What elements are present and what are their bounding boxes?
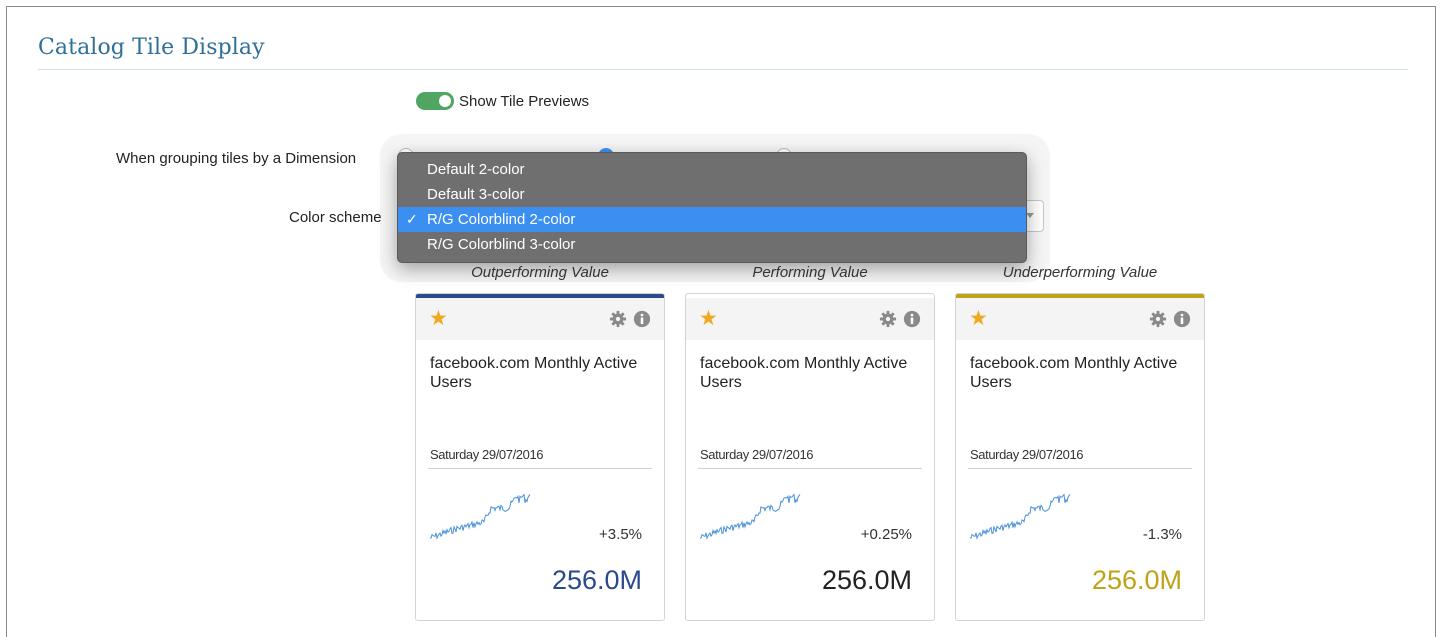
caption-underperforming: Underperforming Value <box>1002 264 1158 281</box>
info-icon[interactable] <box>633 310 651 333</box>
star-icon[interactable]: ★ <box>699 308 718 329</box>
star-icon[interactable]: ★ <box>429 308 448 329</box>
tile-date: Saturday 29/07/2016 <box>430 447 544 462</box>
sparkline <box>430 493 531 540</box>
caption-outperforming: Outperforming Value <box>471 264 609 281</box>
color-scheme-menu[interactable]: Default 2-color Default 3-color ✓ R/G Col… <box>397 152 1027 263</box>
tile-change: +3.5% <box>599 526 642 543</box>
tile-value: 256.0M <box>551 565 642 595</box>
tile-title: facebook.com Monthly Active Users <box>970 355 1178 391</box>
tile-value: 256.0M <box>821 565 912 595</box>
tile-header: ★ <box>686 298 934 340</box>
show-tile-previews-label: Show Tile Previews <box>459 92 590 110</box>
show-tile-previews-toggle[interactable] <box>416 92 454 110</box>
tile-change: -1.3% <box>1142 526 1182 543</box>
grouping-label: When grouping tiles by a Dimension <box>116 150 357 167</box>
star-icon[interactable]: ★ <box>969 308 988 329</box>
menu-item-rg-colorblind-3-color[interactable]: R/G Colorblind 3-color <box>398 232 1026 257</box>
tile-outperforming[interactable]: ★ facebook.com Monthly Active Users Satu… <box>415 293 665 621</box>
tile-header: ★ <box>416 298 664 340</box>
menu-item-rg-colorblind-2-color[interactable]: ✓ R/G Colorblind 2-color <box>398 207 1026 232</box>
section-title: Catalog Tile Display <box>38 35 265 60</box>
sparkline <box>700 493 801 540</box>
tile-title: facebook.com Monthly Active Users <box>430 355 638 391</box>
show-tile-previews-row[interactable]: Show Tile Previews <box>416 92 589 110</box>
chevron-down-icon <box>1026 213 1034 218</box>
menu-item-default-3-color[interactable]: Default 3-color <box>398 182 1026 207</box>
toggle-knob <box>439 95 451 107</box>
gear-icon[interactable] <box>1149 310 1167 333</box>
tile-underperforming[interactable]: ★ facebook.com Monthly Active Users Satu… <box>955 293 1205 621</box>
section-divider <box>38 69 1408 70</box>
tile-divider <box>968 468 1192 469</box>
menu-item-default-2-color[interactable]: Default 2-color <box>398 157 1026 182</box>
tile-title: facebook.com Monthly Active Users <box>700 355 908 391</box>
gear-icon[interactable] <box>879 310 897 333</box>
tile-value: 256.0M <box>1091 565 1182 595</box>
check-icon: ✓ <box>406 211 418 227</box>
sparkline <box>970 493 1071 540</box>
tile-header: ★ <box>956 298 1204 340</box>
info-icon[interactable] <box>903 310 921 333</box>
caption-performing: Performing Value <box>752 264 868 281</box>
info-icon[interactable] <box>1173 310 1191 333</box>
tile-date: Saturday 29/07/2016 <box>970 447 1084 462</box>
gear-icon[interactable] <box>609 310 627 333</box>
tile-divider <box>698 468 922 469</box>
tile-performing[interactable]: ★ facebook.com Monthly Active Users Satu… <box>685 293 935 621</box>
tile-date: Saturday 29/07/2016 <box>700 447 814 462</box>
tile-change: +0.25% <box>860 526 912 543</box>
color-scheme-label: Color scheme <box>289 209 382 226</box>
tile-divider <box>428 468 652 469</box>
